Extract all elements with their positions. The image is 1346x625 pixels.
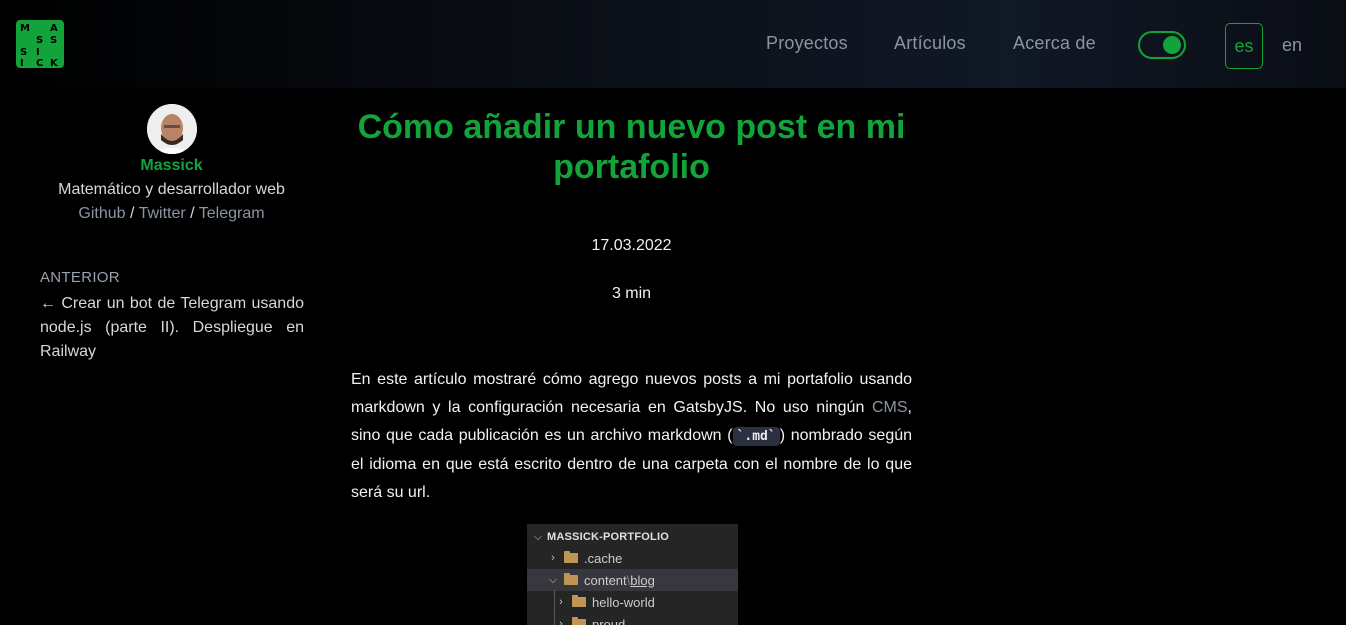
twitter-link[interactable]: Twitter <box>139 205 186 222</box>
folder-open-icon <box>564 573 578 585</box>
cms-link[interactable]: CMS <box>872 399 908 416</box>
post-title: Cómo añadir un nuevo post en mi portafol… <box>357 108 906 186</box>
explorer-row: › .cache <box>527 547 738 569</box>
chevron-right-icon: › <box>559 596 563 608</box>
post-text: En este artículo mostraré cómo agrego nu… <box>351 371 912 416</box>
nav-acerca-de[interactable]: Acerca de <box>1013 33 1096 54</box>
folder-icon <box>572 617 586 625</box>
social-links: Github / Twitter / Telegram <box>0 205 343 223</box>
chevron-right-icon: › <box>559 618 563 625</box>
language-en-button[interactable]: en <box>1282 35 1302 56</box>
svg-text:K: K <box>50 58 59 68</box>
svg-text:C: C <box>36 58 43 68</box>
post-date: 17.03.2022 <box>591 237 672 254</box>
explorer-header: MASSICK-PORTFOLIO <box>547 531 669 543</box>
separator: / <box>190 205 195 222</box>
post-paragraph: En este artículo mostraré cómo agrego nu… <box>351 366 912 507</box>
svg-text:I: I <box>36 47 40 58</box>
chevron-right-icon: › <box>551 552 555 564</box>
inline-code: `.md` <box>732 427 780 446</box>
svg-text:I: I <box>20 58 24 68</box>
nav-proyectos[interactable]: Proyectos <box>766 33 848 54</box>
svg-text:M: M <box>20 23 30 34</box>
explorer-row: › proud <box>527 613 738 625</box>
folder-icon <box>572 595 586 607</box>
explorer-item-label: proud <box>592 616 626 625</box>
previous-post-link[interactable]: ← Crear un bot de Telegram usando node.j… <box>40 292 304 364</box>
theme-toggle[interactable] <box>1138 31 1186 59</box>
separator: / <box>129 205 135 222</box>
svg-text:S: S <box>36 35 43 46</box>
folder-icon <box>564 551 578 563</box>
explorer-header-row: ⌵ MASSICK-PORTFOLIO <box>527 526 738 548</box>
svg-text:S: S <box>50 35 57 46</box>
toggle-knob <box>1163 36 1181 54</box>
language-es-button[interactable]: es <box>1225 23 1263 69</box>
telegram-link[interactable]: Telegram <box>199 205 265 222</box>
author-name[interactable]: Massick <box>0 157 343 175</box>
nav-articulos[interactable]: Artículos <box>894 33 966 54</box>
explorer-item-label: .cache <box>584 550 623 566</box>
svg-text:A: A <box>50 23 58 34</box>
chevron-down-icon: ⌵ <box>533 530 543 543</box>
author-avatar <box>147 104 197 154</box>
file-explorer-image: ⌵ MASSICK-PORTFOLIO › .cache ⌵ content \… <box>527 524 738 625</box>
explorer-row: › hello-world <box>527 591 738 613</box>
author-role: Matemático y desarrollador web <box>58 181 285 198</box>
explorer-item-label: blog <box>630 572 655 588</box>
explorer-item-label: content <box>584 572 627 588</box>
svg-text:S: S <box>20 47 27 58</box>
github-link[interactable]: Github <box>78 205 125 222</box>
explorer-item-label: hello-world <box>592 594 655 610</box>
post-read-time: 3 min <box>611 285 652 302</box>
previous-post-label: ANTERIOR <box>40 269 120 286</box>
chevron-down-icon: ⌵ <box>548 573 558 586</box>
explorer-row: ⌵ content \ blog <box>527 569 738 591</box>
site-header: MA SS SI ICK Proyectos Artículos Acerca … <box>0 0 1346 88</box>
massick-logo[interactable]: MA SS SI ICK <box>16 20 64 68</box>
